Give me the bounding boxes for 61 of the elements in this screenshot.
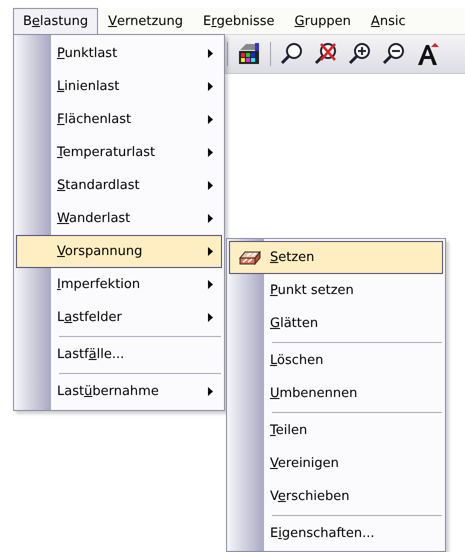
menu-item-label: Standardlast: [57, 178, 141, 193]
menu-item-label: Umbenennen: [270, 386, 358, 401]
submenu-arrow-icon: [208, 148, 213, 157]
menu-item[interactable]: Lastfelder: [16, 301, 222, 334]
menu-item-label: Flächenlast: [57, 112, 132, 127]
menu-item[interactable]: Umbenennen: [229, 377, 443, 410]
menu-item[interactable]: Teilen: [229, 410, 443, 447]
submenu-arrow-icon: [208, 387, 213, 396]
menu-item-label: Vereinigen: [270, 456, 340, 471]
text-icon[interactable]: [415, 41, 441, 67]
menu-item[interactable]: Linienlast: [16, 70, 222, 103]
block-icon: [238, 250, 262, 266]
zoom-in-icon[interactable]: [347, 41, 373, 67]
menu-item[interactable]: Standardlast: [16, 169, 222, 202]
menu-item-label: Eigenschaften...: [270, 526, 376, 541]
menu-item-label: Setzen: [270, 250, 316, 265]
crossed-magnifier-icon[interactable]: [313, 41, 339, 67]
menu-bar-item[interactable]: Ergebnisse: [193, 8, 285, 34]
submenu-arrow-icon: [208, 82, 213, 91]
menu-item[interactable]: Glätten: [229, 307, 443, 340]
menu-item-label: Vorspannung: [57, 244, 144, 259]
menu-item-label: Punkt setzen: [270, 283, 355, 298]
menu-item-label: Lastfelder: [57, 310, 123, 325]
menu-item-label: Löschen: [270, 353, 324, 368]
menu-item[interactable]: Löschen: [229, 340, 443, 377]
menu-item[interactable]: Vereinigen: [229, 447, 443, 480]
menu-item-label: Glätten: [270, 316, 320, 331]
submenu-arrow-icon: [208, 280, 213, 289]
menu-item[interactable]: Flächenlast: [16, 103, 222, 136]
menu-item[interactable]: Punkt setzen: [229, 274, 443, 307]
menu-item-label: Teilen: [270, 423, 308, 438]
menu-bar-item[interactable]: Belastung: [13, 8, 98, 34]
menu-item[interactable]: Temperaturlast: [16, 136, 222, 169]
menu-bar-item[interactable]: Vernetzung: [98, 8, 194, 34]
submenu-arrow-icon: [208, 247, 213, 256]
menu-item[interactable]: Verschieben: [229, 480, 443, 513]
menu-bar-item[interactable]: Gruppen: [284, 8, 361, 34]
color-palette-icon[interactable]: [236, 41, 262, 67]
menu-item-label: Imperfektion: [57, 277, 142, 292]
menu-item-label: Linienlast: [57, 79, 120, 94]
menu-item[interactable]: Imperfektion: [16, 268, 222, 301]
search-icon[interactable]: [279, 41, 305, 67]
menu-item-label: Verschieben: [270, 489, 350, 504]
menu-item-label: Punktlast: [57, 46, 118, 61]
menu-item-label: Wanderlast: [57, 211, 132, 226]
menu-item[interactable]: Eigenschaften...: [229, 513, 443, 550]
menu-item[interactable]: Wanderlast: [16, 202, 222, 235]
menu-item[interactable]: Vorspannung: [16, 235, 222, 268]
menu-item[interactable]: Lastübernahme: [16, 371, 222, 408]
zoom-out-icon[interactable]: [381, 41, 407, 67]
menu-item-label: Lastfälle...: [57, 347, 126, 362]
submenu-arrow-icon: [208, 49, 213, 58]
submenu-arrow-icon: [208, 115, 213, 124]
submenu-arrow-icon: [208, 214, 213, 223]
menu-bar-item[interactable]: Ansic: [360, 8, 416, 34]
menu-item-label: Temperaturlast: [57, 145, 156, 160]
submenu-arrow-icon: [208, 313, 213, 322]
menu-item-label: Lastübernahme: [57, 384, 160, 399]
menu-item[interactable]: Lastfälle...: [16, 334, 222, 371]
submenu-arrow-icon: [208, 181, 213, 190]
menu-item[interactable]: Setzen: [229, 241, 443, 274]
